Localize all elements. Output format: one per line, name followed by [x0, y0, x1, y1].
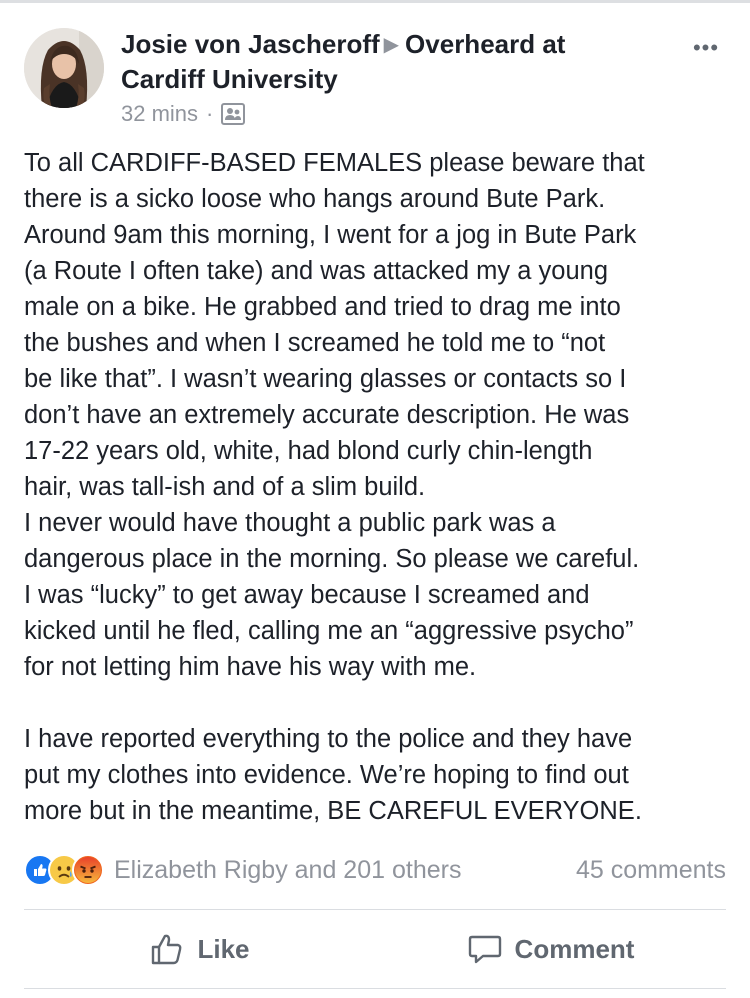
reaction-icons[interactable]: [24, 854, 104, 886]
comment-bubble-icon: [468, 935, 501, 964]
post-line: I never would have thought a public park…: [24, 509, 556, 537]
like-thumb-icon: [152, 934, 182, 965]
post-line: put my clothes into evidence. We’re hopi…: [24, 761, 629, 789]
post-line: hair, was tall-ish and of a slim build.: [24, 473, 426, 501]
actions-divider-bottom: [24, 988, 726, 989]
avatar-photo: [24, 28, 104, 108]
post-body: To all CARDIFF-BASED FEMALES please bewa…: [24, 145, 734, 829]
post-line: Around 9am this morning, I went for a jo…: [24, 221, 637, 249]
post-line: kicked until he fled, calling me an “agg…: [24, 617, 634, 645]
like-button[interactable]: Like: [24, 910, 375, 988]
post-line: To all CARDIFF-BASED FEMALES please bewa…: [24, 149, 645, 177]
post-line: for not letting him have his way with me…: [24, 653, 477, 681]
post-line: (a Route I often take) and was attacked …: [24, 257, 608, 285]
top-divider: [0, 0, 750, 3]
reactors-summary[interactable]: Elizabeth Rigby and 201 others: [114, 856, 461, 885]
more-options-icon[interactable]: •••: [686, 35, 726, 60]
post-line: the bushes and when I screamed he told m…: [24, 329, 606, 357]
post-title: Josie von Jascheroff ▶ Overheard at Cardif…: [121, 27, 681, 96]
post-line: I was “lucky” to get away because I scre…: [24, 581, 590, 609]
post-header: Josie von Jascheroff ▶ Overheard at Cardif…: [24, 24, 726, 134]
post-meta: 32 mins ·: [121, 100, 246, 128]
post-timestamp[interactable]: 32 mins: [121, 100, 198, 128]
post-line: more but in the meantime, BE CAREFUL EVE…: [24, 797, 642, 825]
angry-reaction-icon: [72, 854, 104, 886]
play-arrow-icon: ▶: [383, 34, 400, 56]
author-name[interactable]: Josie von Jascheroff: [121, 29, 380, 59]
post-line: male on a bike. He grabbed and tried to …: [24, 293, 621, 321]
post-line: be like that”. I wasn’t wearing glasses …: [24, 365, 627, 393]
post-line: dangerous place in the morning. So pleas…: [24, 545, 640, 573]
comment-label: Comment: [514, 933, 635, 964]
post-line: there is a sicko loose who hangs around …: [24, 185, 606, 213]
post-line: I have reported everything to the police…: [24, 725, 633, 753]
post-actions: Like Comment: [24, 910, 726, 988]
paragraph-break: [24, 685, 734, 721]
post-line: don’t have an extremely accurate descrip…: [24, 401, 630, 429]
post-line: 17-22 years old, white, had blond curly …: [24, 437, 593, 465]
group-audience-icon: [221, 103, 246, 125]
comments-count[interactable]: 45 comments: [576, 856, 726, 885]
reactions-bar: Elizabeth Rigby and 201 others 45 commen…: [24, 852, 726, 888]
author-avatar[interactable]: [24, 28, 104, 108]
group-name-line2[interactable]: Cardiff University: [121, 64, 338, 94]
meta-separator: ·: [206, 101, 214, 126]
group-name-line1[interactable]: Overheard at: [405, 29, 565, 59]
comment-button[interactable]: Comment: [375, 910, 726, 988]
like-label: Like: [197, 933, 250, 964]
